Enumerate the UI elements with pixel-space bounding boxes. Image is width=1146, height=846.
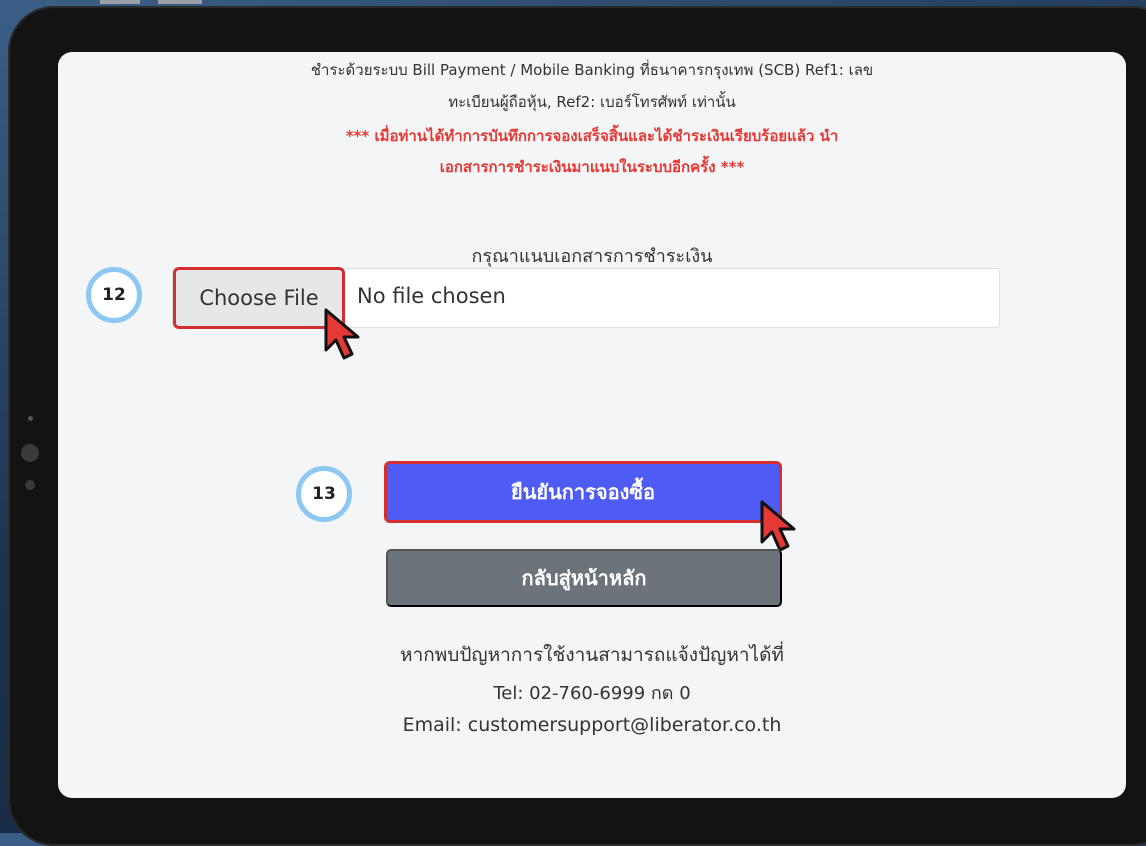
camera-lens-icon — [21, 444, 39, 462]
help-text: หากพบปัญหาการใช้งานสามารถแจ้งปัญหาได้ที่ — [400, 644, 784, 666]
help-tel: Tel: 02-760-6999 กด 0 — [58, 678, 1126, 707]
upload-label: กรุณาแนบเอกสารการชำระเงิน — [471, 246, 713, 267]
tel-label: Tel: — [493, 683, 524, 704]
warning-line2: เอกสารการชำระเงินมาแนบในระบบอีกครั้ง *** — [439, 158, 745, 176]
tablet-frame: ชำระด้วยระบบ Bill Payment / Mobile Banki… — [8, 6, 1146, 846]
payment-info-line2: ทะเบียนผู้ถือหุ้น, Ref2: เบอร์โทรศัพท์ เ… — [448, 93, 736, 111]
confirm-purchase-button[interactable]: ยืนยันการจองซื้อ — [384, 461, 782, 523]
tel-value: 02-760-6999 กด 0 — [529, 683, 691, 704]
no-file-text: No file chosen — [357, 284, 506, 308]
cursor-pointer-icon — [760, 500, 796, 552]
step-badge-12: 12 — [86, 267, 142, 323]
warning-line1: *** เมื่อท่านได้ทำการบันทึกการจองเสร็จสิ… — [345, 127, 839, 145]
camera-icon — [28, 416, 33, 421]
cursor-pointer-icon — [324, 308, 360, 360]
frame-decoration — [100, 0, 140, 4]
help-email: Email: customersupport@liberator.co.th — [402, 714, 782, 736]
payment-info-line1: ชำระด้วยระบบ Bill Payment / Mobile Banki… — [310, 61, 874, 79]
file-upload-input[interactable]: Choose File No file chosen — [172, 267, 1000, 329]
back-to-home-button[interactable]: กลับสู่หน้าหลัก — [386, 549, 782, 607]
sensor-icon — [25, 480, 35, 490]
step-badge-13: 13 — [296, 466, 352, 522]
app-screen: ชำระด้วยระบบ Bill Payment / Mobile Banki… — [58, 52, 1126, 798]
frame-decoration — [158, 0, 202, 4]
